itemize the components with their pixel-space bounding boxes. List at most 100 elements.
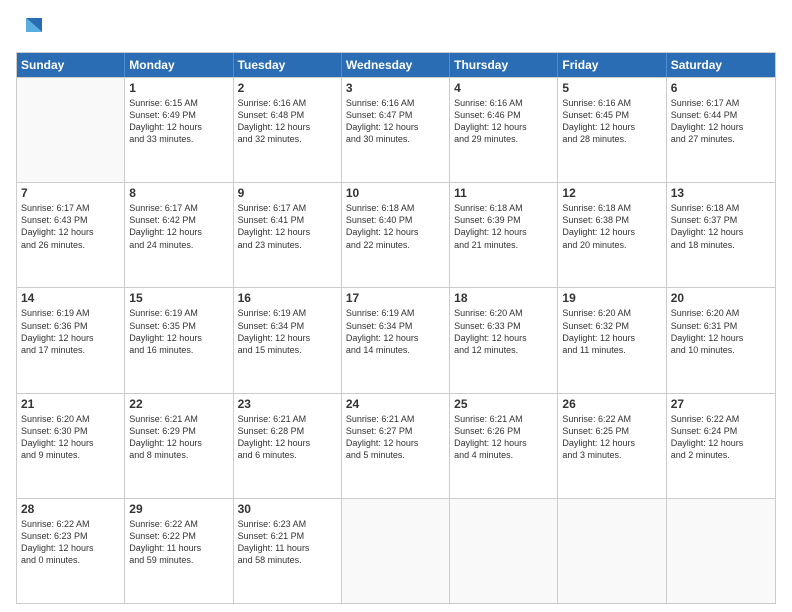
calendar-row-2: 7 Sunrise: 6:17 AMSunset: 6:43 PMDaylight… [17, 182, 775, 287]
day-cell-4: 4 Sunrise: 6:16 AMSunset: 6:46 PMDaylight… [450, 78, 558, 182]
day-info-text: Sunrise: 6:22 AMSunset: 6:22 PMDaylight:… [129, 518, 228, 567]
day-number: 28 [21, 502, 120, 516]
day-info-text: Sunrise: 6:18 AMSunset: 6:40 PMDaylight:… [346, 202, 445, 251]
page-header [16, 12, 776, 42]
day-cell-19: 19 Sunrise: 6:20 AMSunset: 6:32 PMDayligh… [558, 288, 666, 392]
day-cell-15: 15 Sunrise: 6:19 AMSunset: 6:35 PMDayligh… [125, 288, 233, 392]
day-info-text: Sunrise: 6:20 AMSunset: 6:31 PMDaylight:… [671, 307, 771, 356]
day-cell-3: 3 Sunrise: 6:16 AMSunset: 6:47 PMDaylight… [342, 78, 450, 182]
day-info-text: Sunrise: 6:18 AMSunset: 6:38 PMDaylight:… [562, 202, 661, 251]
day-info-text: Sunrise: 6:20 AMSunset: 6:33 PMDaylight:… [454, 307, 553, 356]
day-info-text: Sunrise: 6:19 AMSunset: 6:34 PMDaylight:… [346, 307, 445, 356]
header-day-monday: Monday [125, 53, 233, 77]
day-cell-22: 22Sunrise: 6:21 AMSunset: 6:29 PMDayligh… [125, 394, 233, 498]
day-cell-10: 10 Sunrise: 6:18 AMSunset: 6:40 PMDayligh… [342, 183, 450, 287]
header-day-sunday: Sunday [17, 53, 125, 77]
day-info-text: Sunrise: 6:16 AMSunset: 6:45 PMDaylight:… [562, 97, 661, 146]
day-number: 26 [562, 397, 661, 411]
day-info-text: Sunrise: 6:18 AMSunset: 6:37 PMDaylight:… [671, 202, 771, 251]
day-cell-1: 1Sunrise: 6:15 AMSunset: 6:49 PMDaylight… [125, 78, 233, 182]
day-cell-21: 21Sunrise: 6:20 AMSunset: 6:30 PMDayligh… [17, 394, 125, 498]
calendar-row-5: 28 Sunrise: 6:22 AMSunset: 6:23 PMDayligh… [17, 498, 775, 603]
day-number: 24 [346, 397, 445, 411]
header-day-saturday: Saturday [667, 53, 775, 77]
day-cell-7: 7 Sunrise: 6:17 AMSunset: 6:43 PMDaylight… [17, 183, 125, 287]
day-cell-17: 17 Sunrise: 6:19 AMSunset: 6:34 PMDayligh… [342, 288, 450, 392]
day-info-text: Sunrise: 6:19 AMSunset: 6:36 PMDaylight:… [21, 307, 120, 356]
day-number: 25 [454, 397, 553, 411]
calendar-header: SundayMondayTuesdayWednesdayThursdayFrid… [17, 53, 775, 77]
page-container: SundayMondayTuesdayWednesdayThursdayFrid… [0, 0, 792, 612]
day-number: 21 [21, 397, 120, 411]
day-number: 15 [129, 291, 228, 305]
day-cell-25: 25 Sunrise: 6:21 AMSunset: 6:26 PMDayligh… [450, 394, 558, 498]
day-number: 30 [238, 502, 337, 516]
day-cell-20: 20 Sunrise: 6:20 AMSunset: 6:31 PMDayligh… [667, 288, 775, 392]
day-number: 10 [346, 186, 445, 200]
day-cell-5: 5Sunrise: 6:16 AMSunset: 6:45 PMDaylight… [558, 78, 666, 182]
day-number: 19 [562, 291, 661, 305]
day-info-text: Sunrise: 6:22 AMSunset: 6:23 PMDaylight:… [21, 518, 120, 567]
day-info-text: Sunrise: 6:17 AMSunset: 6:43 PMDaylight:… [21, 202, 120, 251]
day-info-text: Sunrise: 6:17 AMSunset: 6:42 PMDaylight:… [129, 202, 228, 251]
day-info-text: Sunrise: 6:20 AMSunset: 6:32 PMDaylight:… [562, 307, 661, 356]
day-info-text: Sunrise: 6:19 AMSunset: 6:34 PMDaylight:… [238, 307, 337, 356]
day-cell-29: 29 Sunrise: 6:22 AMSunset: 6:22 PMDayligh… [125, 499, 233, 603]
day-cell-14: 14 Sunrise: 6:19 AMSunset: 6:36 PMDayligh… [17, 288, 125, 392]
day-cell-27: 27Sunrise: 6:22 AMSunset: 6:24 PMDayligh… [667, 394, 775, 498]
day-info-text: Sunrise: 6:19 AMSunset: 6:35 PMDaylight:… [129, 307, 228, 356]
day-info-text: Sunrise: 6:16 AMSunset: 6:48 PMDaylight:… [238, 97, 337, 146]
day-info-text: Sunrise: 6:16 AMSunset: 6:46 PMDaylight:… [454, 97, 553, 146]
day-number: 8 [129, 186, 228, 200]
day-info-text: Sunrise: 6:21 AMSunset: 6:26 PMDaylight:… [454, 413, 553, 462]
calendar-row-3: 14 Sunrise: 6:19 AMSunset: 6:36 PMDayligh… [17, 287, 775, 392]
header-day-tuesday: Tuesday [234, 53, 342, 77]
day-number: 7 [21, 186, 120, 200]
logo-icon [16, 12, 46, 42]
day-cell-16: 16 Sunrise: 6:19 AMSunset: 6:34 PMDayligh… [234, 288, 342, 392]
empty-cell [667, 499, 775, 603]
empty-cell [450, 499, 558, 603]
day-number: 12 [562, 186, 661, 200]
day-number: 22 [129, 397, 228, 411]
day-cell-13: 13Sunrise: 6:18 AMSunset: 6:37 PMDayligh… [667, 183, 775, 287]
calendar: SundayMondayTuesdayWednesdayThursdayFrid… [16, 52, 776, 604]
header-day-wednesday: Wednesday [342, 53, 450, 77]
empty-cell [17, 78, 125, 182]
day-cell-18: 18 Sunrise: 6:20 AMSunset: 6:33 PMDayligh… [450, 288, 558, 392]
empty-cell [558, 499, 666, 603]
day-cell-6: 6 Sunrise: 6:17 AMSunset: 6:44 PMDaylight… [667, 78, 775, 182]
day-number: 20 [671, 291, 771, 305]
day-info-text: Sunrise: 6:23 AMSunset: 6:21 PMDaylight:… [238, 518, 337, 567]
day-number: 14 [21, 291, 120, 305]
day-number: 6 [671, 81, 771, 95]
day-info-text: Sunrise: 6:18 AMSunset: 6:39 PMDaylight:… [454, 202, 553, 251]
day-cell-24: 24Sunrise: 6:21 AMSunset: 6:27 PMDayligh… [342, 394, 450, 498]
day-number: 9 [238, 186, 337, 200]
day-cell-23: 23 Sunrise: 6:21 AMSunset: 6:28 PMDayligh… [234, 394, 342, 498]
day-info-text: Sunrise: 6:17 AMSunset: 6:44 PMDaylight:… [671, 97, 771, 146]
calendar-row-4: 21Sunrise: 6:20 AMSunset: 6:30 PMDayligh… [17, 393, 775, 498]
day-cell-30: 30 Sunrise: 6:23 AMSunset: 6:21 PMDayligh… [234, 499, 342, 603]
day-cell-9: 9 Sunrise: 6:17 AMSunset: 6:41 PMDaylight… [234, 183, 342, 287]
day-info-text: Sunrise: 6:15 AMSunset: 6:49 PMDaylight:… [129, 97, 228, 146]
day-number: 29 [129, 502, 228, 516]
day-number: 2 [238, 81, 337, 95]
day-number: 16 [238, 291, 337, 305]
day-cell-2: 2 Sunrise: 6:16 AMSunset: 6:48 PMDaylight… [234, 78, 342, 182]
day-number: 23 [238, 397, 337, 411]
day-number: 18 [454, 291, 553, 305]
day-cell-28: 28 Sunrise: 6:22 AMSunset: 6:23 PMDayligh… [17, 499, 125, 603]
day-number: 17 [346, 291, 445, 305]
day-number: 3 [346, 81, 445, 95]
day-cell-8: 8 Sunrise: 6:17 AMSunset: 6:42 PMDaylight… [125, 183, 233, 287]
logo [16, 12, 50, 42]
day-info-text: Sunrise: 6:17 AMSunset: 6:41 PMDaylight:… [238, 202, 337, 251]
day-number: 27 [671, 397, 771, 411]
day-info-text: Sunrise: 6:21 AMSunset: 6:28 PMDaylight:… [238, 413, 337, 462]
header-day-thursday: Thursday [450, 53, 558, 77]
calendar-row-1: 1Sunrise: 6:15 AMSunset: 6:49 PMDaylight… [17, 77, 775, 182]
day-info-text: Sunrise: 6:16 AMSunset: 6:47 PMDaylight:… [346, 97, 445, 146]
day-number: 4 [454, 81, 553, 95]
day-info-text: Sunrise: 6:22 AMSunset: 6:25 PMDaylight:… [562, 413, 661, 462]
